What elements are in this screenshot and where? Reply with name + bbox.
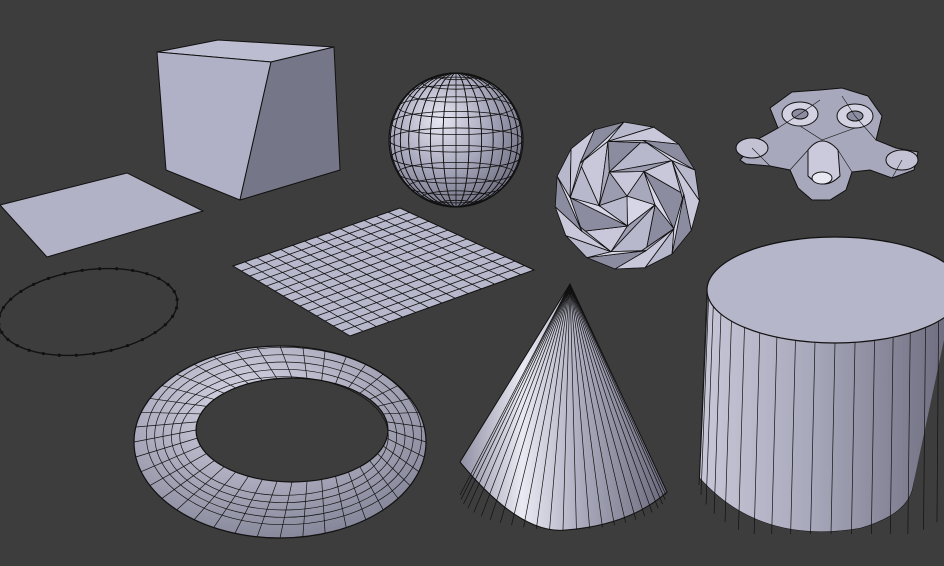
circle-vertices [0,267,179,357]
icosphere-faces [554,121,701,270]
uv-sphere-object[interactable] [388,72,524,208]
torus-object[interactable] [133,345,427,539]
cylinder-object[interactable] [698,236,944,535]
3d-viewport[interactable] [0,0,944,566]
icosphere-object[interactable] [554,121,701,270]
circle-object[interactable] [0,258,183,366]
cube-object[interactable] [156,39,341,201]
plane-object[interactable] [0,172,205,258]
grid-object[interactable] [231,207,536,337]
cone-object[interactable] [459,282,668,531]
viewport-canvas[interactable] [0,0,944,566]
monkey-object[interactable] [735,87,919,201]
